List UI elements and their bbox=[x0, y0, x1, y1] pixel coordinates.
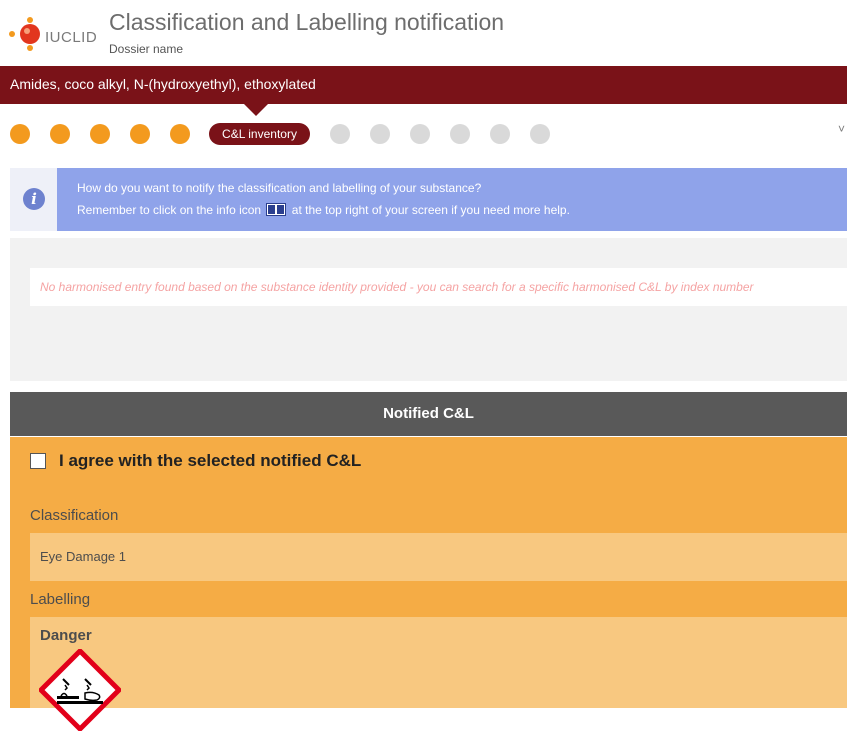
info-icon-cell: i bbox=[10, 168, 57, 231]
info-text-before-icon: Remember to click on the info icon bbox=[77, 203, 262, 217]
dossier-name: Dossier name bbox=[109, 42, 184, 56]
harmonised-status-message: No harmonised entry found based on the s… bbox=[30, 268, 847, 306]
step-11-dot[interactable] bbox=[490, 124, 510, 144]
step-4-dot[interactable] bbox=[130, 124, 150, 144]
substance-name-bar: Amides, coco alkyl, N-(hydroxyethyl), et… bbox=[0, 66, 847, 104]
signal-word: Danger bbox=[40, 627, 92, 644]
notified-cl-header[interactable]: Notified C&L bbox=[10, 392, 847, 436]
agree-checkbox[interactable] bbox=[30, 453, 46, 469]
classification-value: Eye Damage 1 bbox=[40, 549, 126, 564]
wizard-stepper: C&L inventory ˅ bbox=[0, 118, 847, 152]
book-icon bbox=[266, 203, 287, 216]
harmonised-entry-area: No harmonised entry found based on the s… bbox=[10, 238, 847, 381]
ghs-corrosion-icon bbox=[39, 649, 121, 731]
step-5-dot[interactable] bbox=[170, 124, 190, 144]
step-7-dot[interactable] bbox=[330, 124, 350, 144]
info-text-after-icon: at the top right of your screen if you n… bbox=[291, 203, 570, 217]
logo-text: IUCLID bbox=[45, 29, 98, 46]
chevron-down-icon[interactable]: ˅ bbox=[838, 122, 845, 136]
step-12-dot[interactable] bbox=[530, 124, 550, 144]
page-title: Classification and Labelling notificatio… bbox=[109, 9, 505, 35]
step-3-dot[interactable] bbox=[90, 124, 110, 144]
info-icon: i bbox=[23, 188, 45, 210]
labelling-field: Danger bbox=[30, 617, 847, 731]
step-1-dot[interactable] bbox=[10, 124, 30, 144]
logo-dots-icon bbox=[9, 17, 40, 51]
substance-name: Amides, coco alkyl, N-(hydroxyethyl), et… bbox=[10, 76, 316, 92]
classification-field: Eye Damage 1 bbox=[30, 533, 847, 581]
step-2-dot[interactable] bbox=[50, 124, 70, 144]
info-text-line-2: Remember to click on the info icon at th… bbox=[77, 203, 570, 217]
step-8-dot[interactable] bbox=[370, 124, 390, 144]
step-9-dot[interactable] bbox=[410, 124, 430, 144]
info-banner: i How do you want to notify the classifi… bbox=[10, 168, 847, 231]
labelling-label: Labelling bbox=[30, 591, 91, 608]
info-text-line-1: How do you want to notify the classifica… bbox=[77, 181, 482, 195]
app-header: IUCLID Classification and Labelling noti… bbox=[0, 0, 847, 66]
notified-cl-panel: I agree with the selected notified C&L C… bbox=[10, 437, 847, 731]
agree-label[interactable]: I agree with the selected notified C&L bbox=[59, 451, 361, 471]
substance-bar-pointer bbox=[244, 104, 268, 116]
iuclid-logo[interactable]: IUCLID bbox=[8, 14, 108, 54]
classification-label: Classification bbox=[30, 507, 119, 524]
step-active-cl-inventory[interactable]: C&L inventory bbox=[209, 123, 310, 145]
step-10-dot[interactable] bbox=[450, 124, 470, 144]
